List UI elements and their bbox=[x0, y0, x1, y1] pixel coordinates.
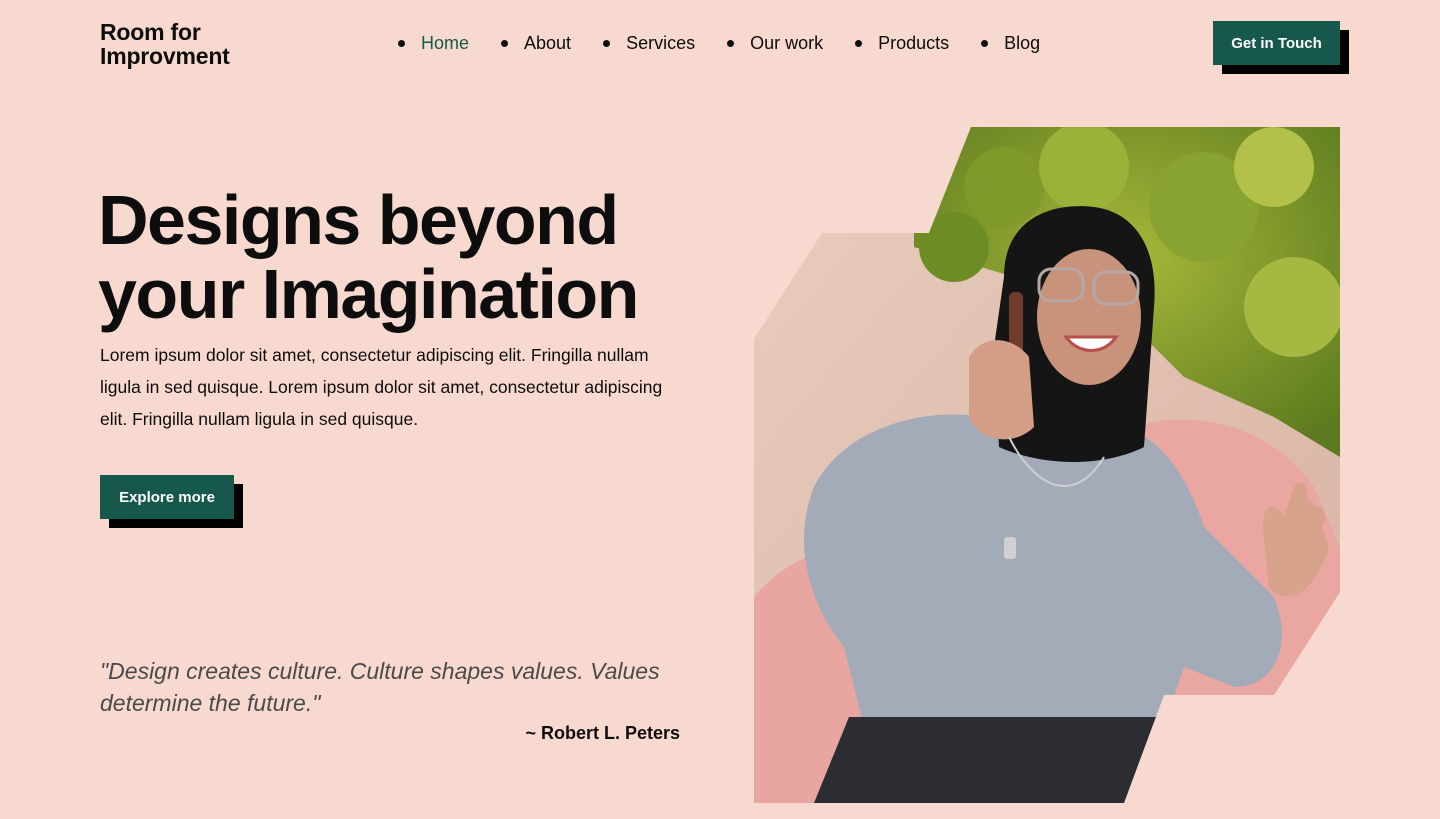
bullet-icon bbox=[603, 39, 611, 47]
nav-label: Home bbox=[421, 33, 470, 53]
bullet-icon bbox=[727, 39, 735, 47]
quote-text: "Design creates culture. Culture shapes … bbox=[100, 658, 660, 716]
hero-title: Designs beyond your Imagination bbox=[98, 181, 639, 333]
nav-item-about[interactable]: About bbox=[501, 30, 571, 56]
bullet-icon bbox=[855, 39, 863, 47]
nav-label: Services bbox=[626, 33, 696, 53]
nav-item-products[interactable]: Products bbox=[855, 30, 949, 56]
nav-label: About bbox=[524, 33, 572, 53]
nav-label: Products bbox=[878, 33, 950, 53]
nav-item-blog[interactable]: Blog bbox=[981, 30, 1040, 56]
quote-author: ~ Robert L. Peters bbox=[525, 723, 680, 743]
landing-page: Room for Improvment Home About Services … bbox=[0, 0, 1440, 819]
hero-description: Lorem ipsum dolor sit amet, consectetur … bbox=[100, 345, 663, 429]
explore-more-button[interactable]: Explore more bbox=[100, 475, 234, 519]
nav-label: Blog bbox=[1004, 33, 1041, 53]
explore-more-wrapper: Explore more bbox=[100, 475, 243, 528]
nav-item-services[interactable]: Services bbox=[603, 30, 695, 56]
main-nav: Home About Services Our work Products Bl… bbox=[398, 30, 1040, 56]
bullet-icon bbox=[398, 39, 405, 47]
hero-photo bbox=[754, 127, 1340, 803]
nav-item-home[interactable]: Home bbox=[398, 30, 469, 56]
nav-item-our-work[interactable]: Our work bbox=[727, 30, 823, 56]
get-in-touch-button[interactable]: Get in Touch bbox=[1213, 21, 1340, 65]
bullet-icon bbox=[981, 39, 989, 47]
get-in-touch-wrapper: Get in Touch bbox=[1213, 21, 1349, 74]
nav-label: Our work bbox=[750, 33, 824, 53]
brand-logo[interactable]: Room for Improvment bbox=[100, 20, 230, 68]
bullet-icon bbox=[501, 39, 509, 47]
